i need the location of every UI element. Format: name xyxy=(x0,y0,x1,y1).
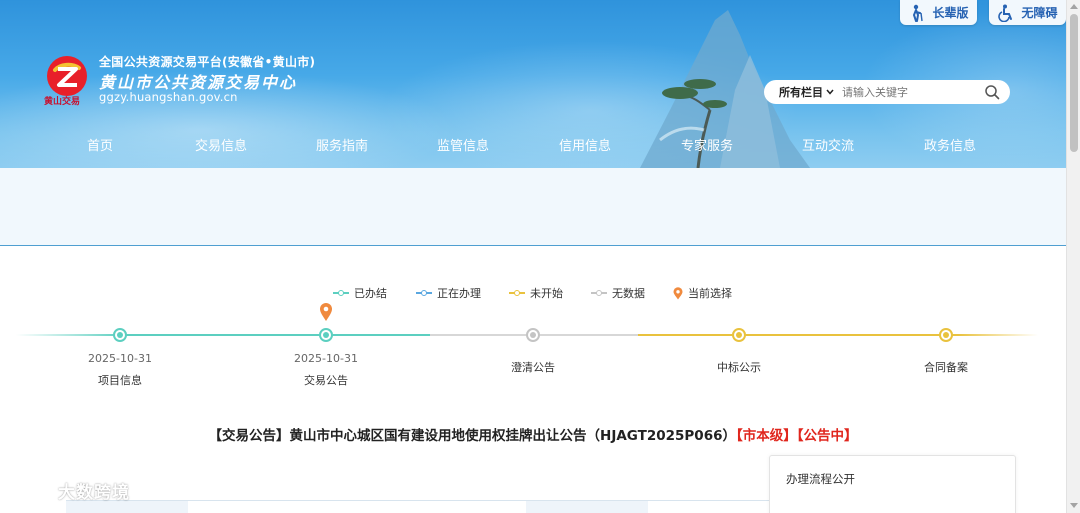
step-label[interactable]: 中标公示 xyxy=(679,359,799,375)
timeline-node-contract-filing[interactable] xyxy=(939,328,953,342)
legend-label: 正在办理 xyxy=(437,287,481,300)
legend-no-data-marker xyxy=(591,288,607,298)
nav-item-trade-info[interactable]: 交易信息 xyxy=(195,135,247,154)
platform-name: 全国公共资源交易平台(安徽省•黄山市) xyxy=(99,55,316,69)
table-cell xyxy=(188,501,526,513)
search-scope-select[interactable]: 所有栏目 xyxy=(779,84,834,100)
site-logo-icon xyxy=(47,56,87,96)
current-step-pin-icon xyxy=(320,303,332,321)
legend-in-progress-marker xyxy=(416,288,432,298)
notice-title-text: 【交易公告】黄山市中心城区国有建设用地使用权挂牌出让公告（HJAGT2025P0… xyxy=(208,428,736,444)
vertical-scrollbar[interactable] xyxy=(1066,0,1080,513)
location-pin-icon xyxy=(673,286,683,299)
elder-person-icon xyxy=(913,4,924,22)
main-nav: 首页 交易信息 服务指南 监管信息 信用信息 专家服务 互动交流 政务信息 xyxy=(0,128,1066,160)
nav-item-gov-info[interactable]: 政务信息 xyxy=(924,135,976,154)
legend-item-in-progress: 正在办理 xyxy=(416,285,481,301)
nav-item-interaction[interactable]: 互动交流 xyxy=(802,135,854,154)
search-scope-label: 所有栏目 xyxy=(779,86,823,99)
step-label[interactable]: 合同备案 xyxy=(886,359,1006,375)
legend-label: 无数据 xyxy=(612,287,645,300)
nav-item-home[interactable]: 首页 xyxy=(87,135,113,154)
nav-item-experts[interactable]: 专家服务 xyxy=(681,135,733,154)
timeline-segment xyxy=(638,334,958,336)
logo-caption: 黄山交易 xyxy=(44,97,81,107)
legend-label: 已办结 xyxy=(354,287,387,300)
table-header-cell xyxy=(526,501,648,513)
header-banner: 黄山交易 全国公共资源交易平台(安徽省•黄山市) 黄山市公共资源交易中心 ggz… xyxy=(0,0,1066,168)
legend-not-started-marker xyxy=(509,288,525,298)
scroll-up-icon[interactable] xyxy=(1070,4,1078,9)
legend-label: 当前选择 xyxy=(688,287,732,300)
breadcrumb-band xyxy=(0,168,1066,246)
step-date: 2025-10-31 xyxy=(294,352,358,365)
step-date: 2025-10-31 xyxy=(88,352,152,365)
panel-title[interactable]: 办理流程公开 xyxy=(786,471,855,487)
chevron-down-icon xyxy=(826,89,834,95)
timeline-node-trade-notice[interactable] xyxy=(319,328,333,342)
legend-item-no-data: 无数据 xyxy=(591,285,645,301)
nav-item-credit[interactable]: 信用信息 xyxy=(559,135,611,154)
notice-level-tag: 【市本级】 xyxy=(735,428,797,444)
timeline-node-project-info[interactable] xyxy=(113,328,127,342)
accessibility-button[interactable]: 无障碍 xyxy=(989,0,1066,25)
watermark-logo-icon xyxy=(11,482,50,499)
search-bar: 所有栏目 xyxy=(764,80,1010,104)
elder-mode-button[interactable]: 长辈版 xyxy=(900,0,977,25)
timeline-node-clarification[interactable] xyxy=(526,328,540,342)
wheelchair-icon xyxy=(998,4,1013,22)
legend-item-current: 当前选择 xyxy=(673,285,732,301)
nav-item-service-guide[interactable]: 服务指南 xyxy=(316,135,368,154)
process-disclosure-panel: 办理流程公开 xyxy=(769,455,1016,513)
notice-title: 【交易公告】黄山市中心城区国有建设用地使用权挂牌出让公告（HJAGT2025P0… xyxy=(0,424,1066,444)
step-label[interactable]: 澄清公告 xyxy=(473,359,593,375)
page: 黄山交易 全国公共资源交易平台(安徽省•黄山市) 黄山市公共资源交易中心 ggz… xyxy=(0,0,1080,513)
site-url: ggzy.huangshan.gov.cn xyxy=(99,90,238,104)
step-label[interactable]: 项目信息 xyxy=(60,372,180,388)
process-timeline: 2025-10-31 2025-10-31 项目信息 交易公告 澄清公告 中标公… xyxy=(0,300,1066,400)
scroll-down-icon[interactable] xyxy=(1070,503,1078,508)
step-label[interactable]: 交易公告 xyxy=(266,372,386,388)
search-icon[interactable] xyxy=(984,84,1000,100)
elder-mode-label: 长辈版 xyxy=(932,6,969,20)
notice-status-tag: 【公告中】 xyxy=(796,428,858,444)
watermark-text: 大数跨境 xyxy=(58,482,130,503)
timeline-segment xyxy=(16,334,124,336)
nav-item-supervision[interactable]: 监管信息 xyxy=(437,135,489,154)
legend-label: 未开始 xyxy=(530,287,563,300)
scrollbar-thumb[interactable] xyxy=(1070,14,1078,152)
legend-item-done: 已办结 xyxy=(333,285,387,301)
timeline-segment xyxy=(124,334,430,336)
timeline-segment xyxy=(958,334,1038,336)
legend-done-marker xyxy=(333,288,349,298)
legend-item-not-started: 未开始 xyxy=(509,285,563,301)
timeline-node-award-publicity[interactable] xyxy=(732,328,746,342)
search-input[interactable] xyxy=(842,85,972,99)
accessibility-label: 无障碍 xyxy=(1021,6,1058,20)
watermark: 大数跨境 xyxy=(8,477,130,503)
status-legend: 已办结 正在办理 未开始 无数据 当前选择 xyxy=(0,285,1066,301)
